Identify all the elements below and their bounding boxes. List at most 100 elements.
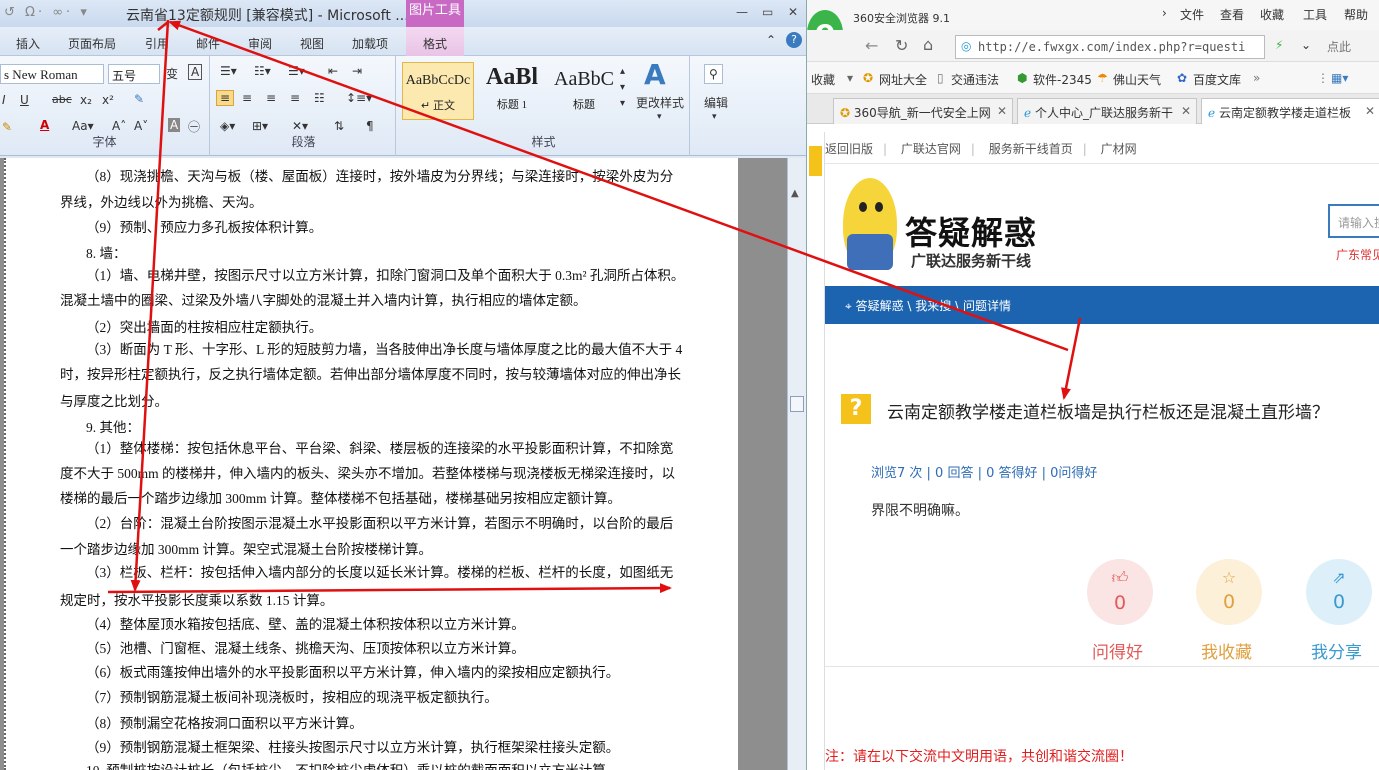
- styles-scroll-icon[interactable]: ▴ ▾ ▾: [620, 64, 625, 112]
- change-styles-dropdown-icon[interactable]: ▾: [657, 112, 662, 122]
- close-icon[interactable]: ✕: [788, 5, 798, 19]
- close-tab-icon[interactable]: ✕: [1181, 104, 1191, 118]
- tab-addins[interactable]: 加载项: [352, 35, 388, 52]
- menu-view[interactable]: 查看: [1220, 6, 1244, 23]
- menu-file[interactable]: 文件: [1180, 6, 1204, 23]
- decrease-indent-icon[interactable]: ⇤: [328, 64, 338, 78]
- sort-icon[interactable]: ⇅: [334, 119, 344, 133]
- tab-mailings[interactable]: 邮件: [196, 35, 220, 52]
- italic-icon[interactable]: I: [2, 93, 6, 107]
- chinese-layout-icon[interactable]: ✕▾: [292, 119, 308, 133]
- good-question-button[interactable]: 👍︎ 0: [1087, 559, 1153, 625]
- tab-view[interactable]: 视图: [300, 35, 324, 52]
- collapse-ribbon-icon[interactable]: ⌃: [766, 33, 776, 47]
- clear-format-icon[interactable]: ✎: [134, 92, 144, 106]
- apps-icon[interactable]: ▦▾: [1331, 71, 1348, 85]
- increase-indent-icon[interactable]: ⇥: [352, 64, 362, 78]
- bookmark-software[interactable]: 软件-2345: [1033, 71, 1092, 88]
- strikethrough-icon[interactable]: abc: [52, 93, 72, 106]
- maximize-icon[interactable]: ▭: [762, 5, 773, 19]
- bookmark-sites[interactable]: 网址大全: [879, 71, 927, 88]
- vertical-scrollbar[interactable]: ▲: [787, 158, 806, 770]
- speed-icon[interactable]: ⚡: [1275, 38, 1283, 52]
- more-bookmarks-icon[interactable]: »: [1253, 71, 1260, 85]
- right-link[interactable]: 点此: [1327, 38, 1351, 55]
- scroll-thumb[interactable]: [790, 396, 804, 412]
- close-tab-icon[interactable]: ✕: [997, 104, 1007, 118]
- link-glodon[interactable]: 广联达官网: [901, 142, 961, 156]
- style-heading1[interactable]: AaBl 标题 1: [476, 62, 548, 120]
- style-normal[interactable]: AaBbCcDc ↵ 正文: [402, 62, 474, 120]
- minimize-icon[interactable]: —: [736, 5, 748, 19]
- numbering-icon[interactable]: ☷▾: [254, 64, 271, 78]
- link-old-version[interactable]: 返回旧版: [825, 142, 873, 156]
- show-marks-icon[interactable]: ¶: [366, 119, 374, 133]
- menu-favorites[interactable]: 收藏: [1260, 6, 1284, 23]
- font-size-box[interactable]: 五号: [108, 64, 160, 84]
- document-page[interactable]: （8）现浇挑檐、天沟与板（楼、屋面板）连接时，按外墙皮为分界线；与梁连接时，按梁…: [4, 158, 738, 770]
- char-border-icon[interactable]: A: [188, 64, 203, 80]
- change-case-icon[interactable]: Aa▾: [72, 119, 94, 133]
- favorites-dropdown-icon[interactable]: ▾: [847, 71, 853, 85]
- help-icon[interactable]: ?: [786, 32, 802, 48]
- style-title[interactable]: AaBbC 标题: [548, 62, 620, 120]
- align-right-icon[interactable]: ≡: [266, 91, 276, 105]
- bullets-icon[interactable]: ☰▾: [220, 64, 237, 78]
- breadcrumb[interactable]: 答疑解惑 \ 我来搜 \ 问题详情: [856, 299, 1011, 313]
- binoculars-icon[interactable]: ⚲: [704, 64, 723, 84]
- font-color-icon[interactable]: A: [40, 118, 49, 132]
- shading-icon[interactable]: ◈▾: [220, 119, 235, 133]
- scroll-up-icon[interactable]: ▲: [791, 188, 799, 199]
- align-center-icon[interactable]: ≡: [242, 91, 252, 105]
- tab-references[interactable]: 引用: [145, 35, 169, 52]
- superscript-icon[interactable]: x²: [102, 93, 114, 107]
- shrink-font-icon[interactable]: A˅: [134, 119, 148, 133]
- font-name-box[interactable]: s New Roman: [0, 64, 104, 84]
- guangdong-link[interactable]: 广东常见: [1336, 246, 1379, 263]
- tab-layout[interactable]: 页面布局: [68, 35, 116, 52]
- url-dropdown-icon[interactable]: ⌄: [1301, 38, 1311, 52]
- tab-insert[interactable]: 插入: [16, 35, 40, 52]
- bookmark-weather[interactable]: 佛山天气: [1113, 71, 1161, 88]
- home-icon[interactable]: ⌂: [923, 35, 933, 54]
- forward-small-icon[interactable]: ›: [1162, 6, 1167, 20]
- share-button[interactable]: ⇗ 0: [1306, 559, 1372, 625]
- change-styles-icon[interactable]: A: [644, 58, 666, 91]
- tab-360nav[interactable]: ✪ 360导航_新一代安全上网 ✕: [833, 98, 1013, 124]
- highlight-icon[interactable]: ✎: [2, 120, 12, 134]
- menu-help[interactable]: 帮助: [1344, 6, 1368, 23]
- site-search-input[interactable]: 请输入搜: [1328, 204, 1379, 238]
- grow-font-icon[interactable]: A˄: [112, 119, 126, 133]
- subscript-icon[interactable]: x₂: [80, 93, 92, 107]
- share-label[interactable]: 我分享: [1311, 638, 1362, 663]
- refresh-icon[interactable]: ↻: [895, 36, 908, 55]
- link-fwxgx-home[interactable]: 服务新干线首页: [989, 142, 1073, 156]
- good-question-label[interactable]: 问得好: [1092, 638, 1143, 663]
- underline-icon[interactable]: U: [20, 93, 29, 107]
- bookmark-traffic[interactable]: 交通违法: [951, 71, 999, 88]
- tab-question[interactable]: ℯ 云南定额教学楼走道栏板 ✕: [1201, 98, 1379, 124]
- bookmark-baidu[interactable]: 百度文库: [1193, 71, 1241, 88]
- tab-format[interactable]: 格式: [406, 27, 464, 56]
- char-shading-icon[interactable]: A: [168, 118, 181, 132]
- back-icon[interactable]: ←: [865, 36, 878, 55]
- phonetic-icon[interactable]: 变: [166, 65, 178, 82]
- favorite-label[interactable]: 我收藏: [1201, 638, 1252, 663]
- line-spacing-icon[interactable]: ↕≡▾: [346, 91, 372, 105]
- quick-access-toolbar[interactable]: ↺ Ω· ∞· ▾: [4, 5, 90, 20]
- align-left-icon[interactable]: ≡: [216, 90, 235, 106]
- bookmark-favorites[interactable]: 收藏: [811, 71, 835, 88]
- distributed-icon[interactable]: ☷: [314, 91, 325, 105]
- change-styles-label[interactable]: 更改样式: [636, 94, 684, 111]
- justify-icon[interactable]: ≡: [290, 91, 300, 105]
- url-input[interactable]: http://e.fwxgx.com/index.php?r=questi: [955, 35, 1265, 59]
- link-gcw[interactable]: 广材网: [1101, 142, 1137, 156]
- edit-label[interactable]: 编辑: [704, 94, 728, 111]
- multilevel-list-icon[interactable]: ☰▾: [288, 64, 305, 78]
- tab-review[interactable]: 审阅: [248, 35, 272, 52]
- close-tab-icon[interactable]: ✕: [1365, 104, 1375, 118]
- favorite-button[interactable]: ☆ 0: [1196, 559, 1262, 625]
- edit-dropdown-icon[interactable]: ▾: [712, 112, 717, 122]
- tab-personal-center[interactable]: ℯ 个人中心_广联达服务新干 ✕: [1017, 98, 1197, 124]
- borders-icon[interactable]: ⊞▾: [252, 119, 268, 133]
